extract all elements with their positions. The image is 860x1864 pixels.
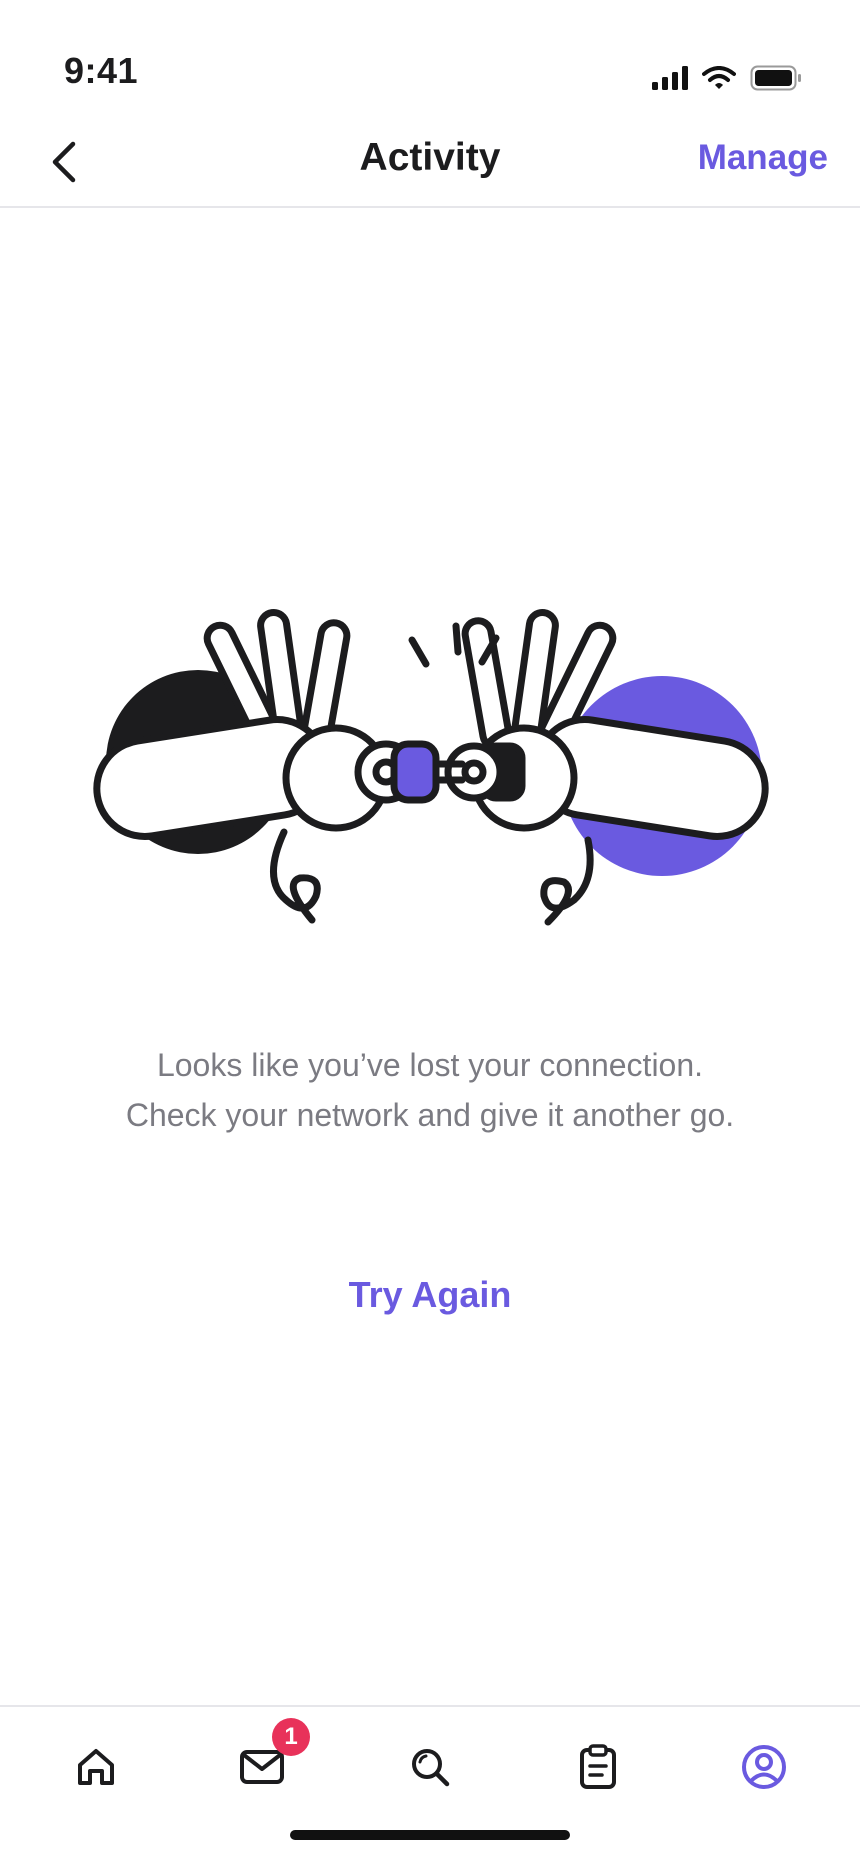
status-bar: 9:41 — [0, 0, 860, 120]
signal-icon — [652, 66, 688, 90]
home-indicator[interactable] — [290, 1830, 570, 1840]
mail-icon — [240, 1750, 284, 1784]
home-icon — [78, 1749, 114, 1785]
clipboard-icon — [580, 1744, 616, 1789]
nav-bar: Activity Manage — [0, 120, 860, 208]
battery-icon — [750, 65, 801, 91]
search-icon — [412, 1749, 450, 1787]
tab-tasks[interactable] — [566, 1735, 630, 1799]
high-five-disconnected-illustration — [93, 609, 769, 926]
tab-profile[interactable] — [732, 1735, 796, 1799]
status-time: 9:41 — [64, 50, 139, 91]
manage-button[interactable]: Manage — [698, 138, 828, 178]
tab-bar: 1 — [0, 1705, 860, 1864]
high-five-illustration — [90, 600, 770, 940]
try-again-button[interactable]: Try Again — [0, 1274, 860, 1316]
messages-badge: 1 — [272, 1718, 310, 1756]
connection-error-message: Looks like you’ve lost your connection. … — [125, 1047, 735, 1133]
wifi-icon — [702, 66, 736, 89]
profile-icon — [742, 1745, 786, 1789]
tab-search[interactable] — [398, 1735, 462, 1799]
status-icons — [652, 62, 802, 94]
tab-home[interactable] — [64, 1735, 128, 1799]
